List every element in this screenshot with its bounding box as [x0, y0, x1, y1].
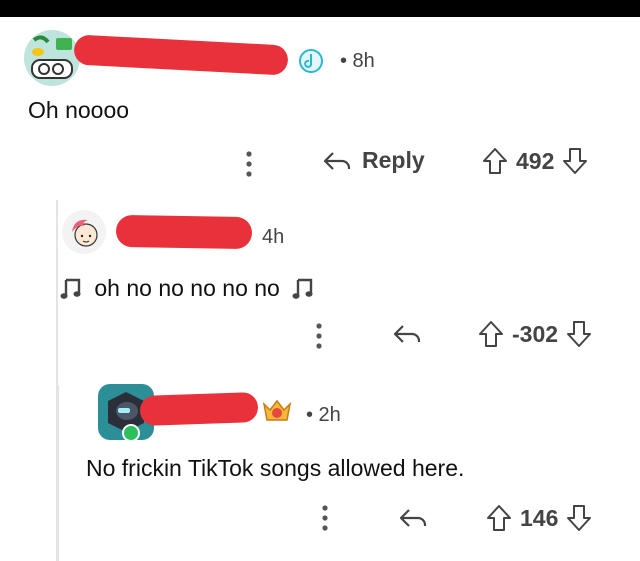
top-bar [0, 0, 640, 17]
flair-icon [298, 48, 324, 79]
redacted-username [115, 214, 253, 250]
comment-body: Oh noooo [28, 97, 130, 123]
more-button[interactable] [314, 322, 324, 350]
more-button[interactable] [320, 504, 330, 532]
more-button[interactable] [244, 150, 254, 178]
redacted-username [73, 34, 289, 76]
comment-time: • 2h [306, 404, 341, 426]
comment-body: oh no no no no no [94, 275, 280, 301]
avatar[interactable] [24, 30, 80, 86]
online-indicator [122, 424, 140, 442]
vote-count: 146 [520, 504, 559, 531]
vote-controls: 146 [486, 504, 592, 532]
reply-icon [323, 151, 351, 170]
upvote-icon[interactable] [482, 147, 508, 175]
upvote-icon[interactable] [486, 504, 512, 532]
redacted-username [139, 391, 259, 427]
more-icon [322, 505, 328, 531]
upvote-icon[interactable] [478, 320, 504, 348]
vote-controls: -302 [478, 320, 592, 348]
reply-icon [393, 325, 421, 343]
downvote-icon[interactable] [566, 320, 592, 348]
music-note-icon [292, 278, 313, 299]
comment-time: 4h [262, 226, 285, 248]
downvote-icon[interactable] [566, 504, 592, 532]
more-icon [316, 323, 322, 349]
comment-time: • 8h [340, 50, 375, 72]
vote-count: -302 [512, 320, 559, 347]
thread-line[interactable] [57, 385, 59, 561]
comment-body-row: oh no no no no no [60, 275, 314, 302]
reply-button[interactable]: Reply [322, 147, 425, 174]
downvote-icon[interactable] [562, 147, 588, 175]
vote-count: 492 [516, 147, 555, 174]
avatar[interactable] [62, 210, 106, 254]
reply-button[interactable] [398, 506, 428, 530]
reply-icon [399, 509, 427, 527]
music-note-icon [60, 278, 81, 299]
vote-controls: 492 [482, 147, 588, 175]
reply-button[interactable] [392, 322, 422, 346]
more-icon [246, 151, 252, 177]
comment-body: No frickin TikTok songs allowed here. [86, 455, 465, 481]
award-icon [262, 398, 292, 429]
reply-label: Reply [362, 147, 425, 173]
